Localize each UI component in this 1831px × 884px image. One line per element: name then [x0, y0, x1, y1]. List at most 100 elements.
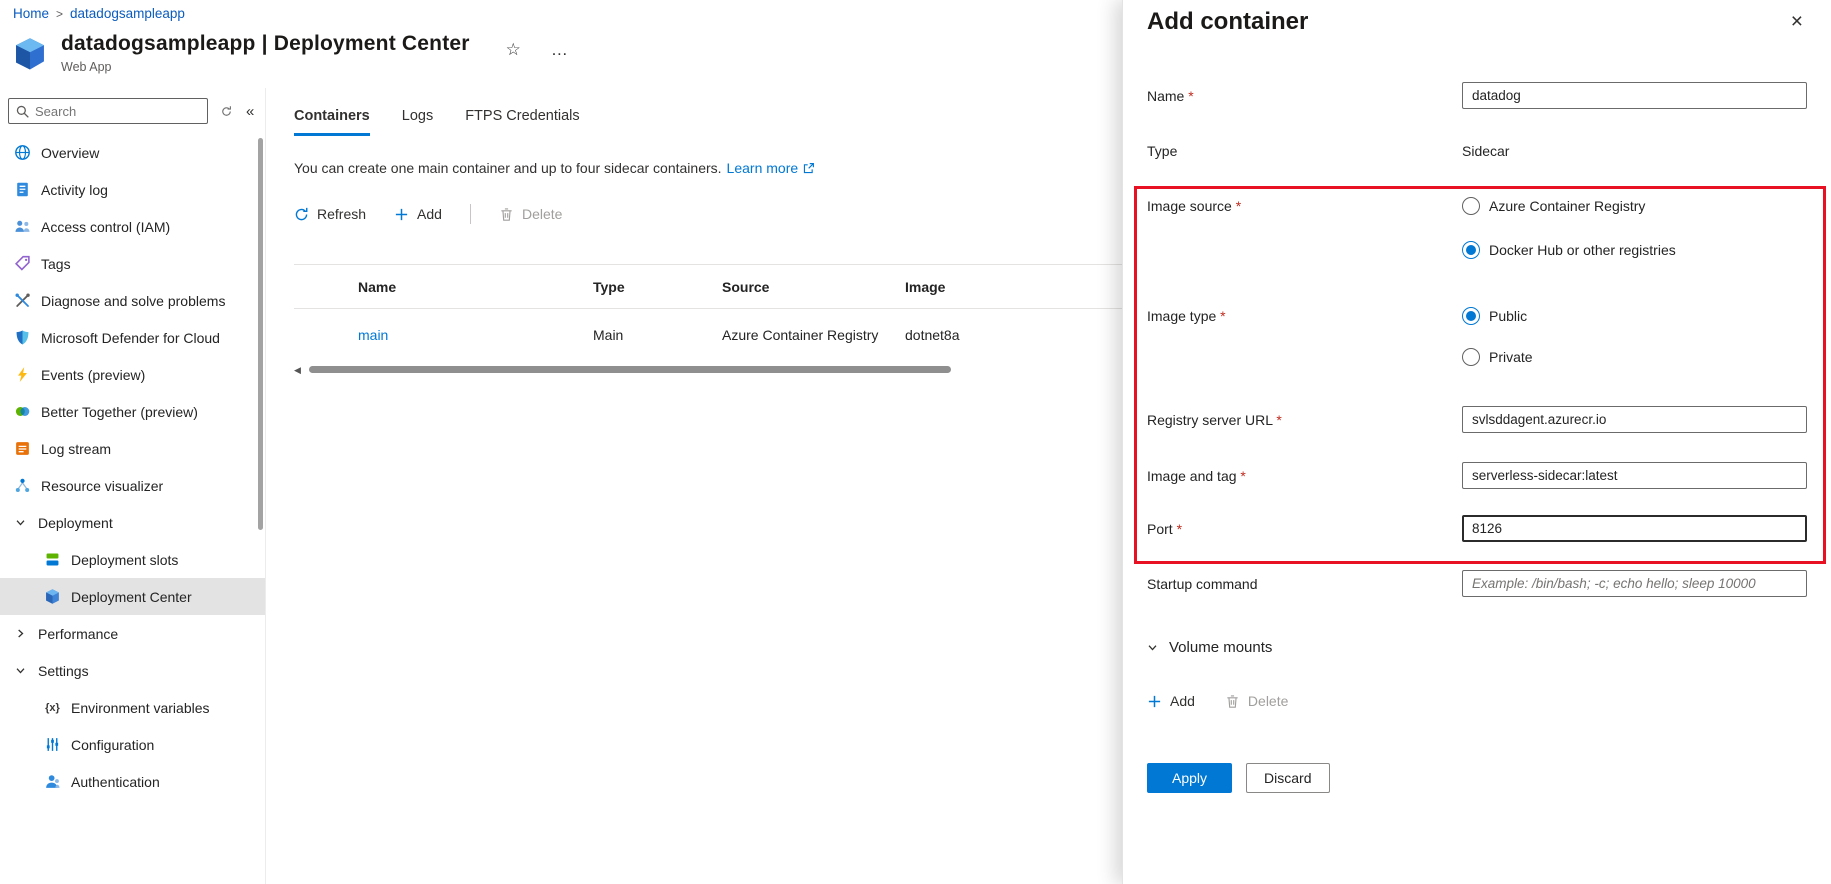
- sidebar-group-performance[interactable]: Performance: [0, 615, 265, 652]
- plus-icon: [1147, 694, 1162, 709]
- radio-private[interactable]: Private: [1462, 348, 1533, 366]
- sidebar-item-label: Activity log: [41, 182, 108, 198]
- container-image-cell: dotnet8a: [905, 309, 1122, 361]
- breadcrumb: Home > datadogsampleapp: [13, 6, 185, 21]
- startup-command-input[interactable]: [1462, 570, 1807, 597]
- panel-actions: Apply Discard: [1147, 763, 1807, 793]
- radio-label: Docker Hub or other registries: [1489, 242, 1676, 258]
- image-type-radio-group: Public Private: [1462, 307, 1533, 366]
- table-row[interactable]: main Main Azure Container Registry dotne…: [294, 309, 1122, 361]
- radio-docker-hub[interactable]: Docker Hub or other registries: [1462, 241, 1676, 259]
- breadcrumb-home-link[interactable]: Home: [13, 6, 49, 21]
- sidebar-item-tags[interactable]: Tags: [0, 245, 265, 282]
- trash-icon: [499, 207, 514, 222]
- image-type-label: Image type: [1147, 307, 1462, 324]
- learn-more-link[interactable]: Learn more: [727, 160, 816, 176]
- container-name-link[interactable]: main: [358, 327, 388, 343]
- more-options-icon[interactable]: …: [551, 40, 568, 60]
- add-container-button[interactable]: Add: [394, 206, 442, 222]
- sidebar-scrollbar[interactable]: [258, 138, 263, 530]
- volume-mounts-toolbar: Add Delete: [1147, 693, 1807, 709]
- sidebar-item-diagnose[interactable]: Diagnose and solve problems: [0, 282, 265, 319]
- name-input[interactable]: [1462, 82, 1807, 109]
- scrollbar-thumb[interactable]: [309, 366, 951, 373]
- radio-azure-container-registry[interactable]: Azure Container Registry: [1462, 197, 1676, 215]
- sidebar-search-row: «: [0, 88, 265, 130]
- braces-icon: {x}: [44, 702, 61, 714]
- column-header-source[interactable]: Source: [722, 265, 905, 309]
- sidebar-item-resource-visualizer[interactable]: Resource visualizer: [0, 467, 265, 504]
- radio-label: Azure Container Registry: [1489, 198, 1645, 214]
- page-header: datadogsampleapp | Deployment Center Web…: [12, 32, 568, 74]
- image-source-label: Image source: [1147, 197, 1462, 214]
- radio-unselected-icon: [1462, 348, 1480, 366]
- page-subtitle: Web App: [61, 60, 470, 74]
- close-icon[interactable]: ×: [1785, 10, 1809, 33]
- tab-ftps-credentials[interactable]: FTPS Credentials: [465, 108, 579, 136]
- scroll-left-icon[interactable]: ◀: [294, 365, 307, 376]
- sidebar-group-deployment[interactable]: Deployment: [0, 504, 265, 541]
- globe-icon: [14, 144, 31, 161]
- sidebar-group-label: Performance: [38, 626, 118, 642]
- plus-icon: [394, 207, 409, 222]
- refresh-button[interactable]: Refresh: [294, 206, 366, 222]
- sidebar-item-access-control[interactable]: Access control (IAM): [0, 208, 265, 245]
- sidebar-item-activity-log[interactable]: Activity log: [0, 171, 265, 208]
- image-tag-input[interactable]: [1462, 462, 1807, 489]
- column-header-image[interactable]: Image: [905, 265, 1122, 309]
- description-text: You can create one main container and up…: [294, 160, 722, 176]
- volume-mounts-expander[interactable]: Volume mounts: [1147, 639, 1807, 656]
- sidebar-item-label: Microsoft Defender for Cloud: [41, 330, 220, 346]
- favorite-star-icon[interactable]: ☆: [506, 40, 521, 60]
- refresh-menu-icon[interactable]: [218, 103, 234, 119]
- image-tag-label: Image and tag: [1147, 468, 1462, 484]
- chevron-down-icon: [15, 517, 26, 528]
- registry-url-label: Registry server URL: [1147, 412, 1462, 428]
- sidebar-item-label: Better Together (preview): [41, 404, 198, 420]
- sidebar-item-deployment-center[interactable]: Deployment Center: [0, 578, 265, 615]
- delete-container-button[interactable]: Delete: [499, 206, 562, 222]
- type-value: Sidecar: [1462, 143, 1509, 159]
- volume-add-button[interactable]: Add: [1147, 693, 1195, 709]
- volume-delete-button[interactable]: Delete: [1225, 693, 1288, 709]
- column-header-type[interactable]: Type: [593, 265, 722, 309]
- tab-containers[interactable]: Containers: [294, 108, 370, 136]
- deployment-slots-icon: [44, 551, 61, 568]
- sidebar-item-label: Deployment slots: [71, 552, 178, 568]
- shield-icon: [14, 329, 31, 346]
- radio-label: Private: [1489, 349, 1533, 365]
- external-link-icon: [802, 162, 815, 175]
- table-header-row: Name Type Source Image: [294, 265, 1122, 309]
- type-field-label: Type: [1147, 143, 1462, 159]
- row-spacer-cell: [294, 309, 358, 361]
- apply-button[interactable]: Apply: [1147, 763, 1232, 793]
- sidebar-item-configuration[interactable]: Configuration: [0, 726, 265, 763]
- search-input[interactable]: [9, 99, 207, 123]
- sidebar-item-overview[interactable]: Overview: [0, 134, 265, 171]
- radio-selected-icon: [1462, 307, 1480, 325]
- sidebar-item-defender[interactable]: Microsoft Defender for Cloud: [0, 319, 265, 356]
- sidebar-item-deployment-slots[interactable]: Deployment slots: [0, 541, 265, 578]
- sidebar-item-label: Tags: [41, 256, 71, 272]
- discard-button[interactable]: Discard: [1246, 763, 1329, 793]
- chevron-right-icon: [15, 628, 26, 639]
- sidebar-item-authentication[interactable]: Authentication: [0, 763, 265, 800]
- deployment-center-icon: [44, 588, 61, 605]
- sidebar-item-environment-variables[interactable]: {x} Environment variables: [0, 689, 265, 726]
- image-source-radio-group: Azure Container Registry Docker Hub or o…: [1462, 197, 1676, 259]
- scrollbar-track[interactable]: [307, 366, 1116, 374]
- port-input[interactable]: [1462, 515, 1807, 542]
- radio-public[interactable]: Public: [1462, 307, 1533, 325]
- sidebar-item-events[interactable]: Events (preview): [0, 356, 265, 393]
- sidebar-item-better-together[interactable]: Better Together (preview): [0, 393, 265, 430]
- sidebar-group-settings[interactable]: Settings: [0, 652, 265, 689]
- radio-unselected-icon: [1462, 197, 1480, 215]
- collapse-menu-icon[interactable]: «: [246, 103, 254, 120]
- sidebar-item-log-stream[interactable]: Log stream: [0, 430, 265, 467]
- breadcrumb-app-link[interactable]: datadogsampleapp: [70, 6, 185, 21]
- tab-logs[interactable]: Logs: [402, 108, 433, 136]
- column-header-name[interactable]: Name: [358, 265, 593, 309]
- registry-url-input[interactable]: [1462, 406, 1807, 433]
- radio-label: Public: [1489, 308, 1527, 324]
- sidebar-search-box: [8, 98, 208, 124]
